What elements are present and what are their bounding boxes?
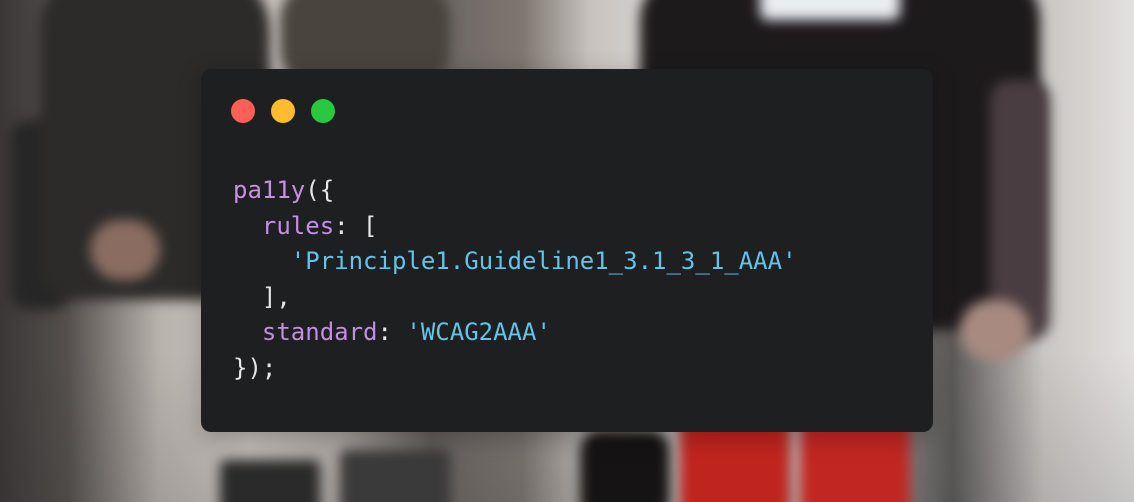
code-block: pa11y({ rules: [ 'Principle1.Guideline1_… [233,173,797,386]
photo-shape [90,220,160,280]
rule-value: 'Principle1.Guideline1_3.1_3_1_AAA' [290,247,797,275]
photo-shape [680,420,790,502]
function-name: pa11y [233,176,306,204]
photo-shape [580,430,670,502]
photo-shape [800,420,910,502]
photo-shape [960,300,1030,360]
photo-shape [760,0,900,20]
standard-colon: : [377,318,407,346]
code-window: pa11y({ rules: [ 'Principle1.Guideline1_… [201,69,933,432]
standard-value: 'WCAG2AAA' [406,318,551,346]
close-dot-icon[interactable] [231,99,255,123]
rules-close: ], [261,282,291,311]
photo-shape [340,450,450,502]
minimize-dot-icon[interactable] [271,99,295,123]
window-controls [231,99,335,123]
maximize-dot-icon[interactable] [311,99,335,123]
open-paren: ({ [305,176,335,204]
rules-colon: : [ [334,211,378,240]
rules-key: rules [261,211,335,240]
close-paren: }); [233,353,277,382]
standard-key: standard [261,318,378,346]
photo-shape [220,460,320,502]
